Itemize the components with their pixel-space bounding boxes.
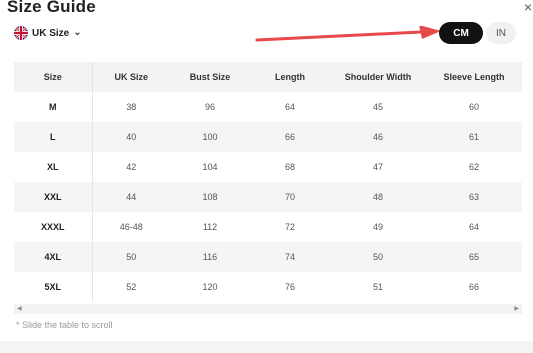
table-cell: 50 (330, 242, 426, 272)
size-system-label: UK Size (32, 27, 70, 39)
table-cell: 104 (170, 152, 250, 182)
table-cell: 61 (426, 122, 522, 152)
table-cell: 96 (170, 92, 250, 122)
column-header: Sleeve Length (426, 62, 522, 92)
size-table: Size UK Size Bust Size Length Shoulder W… (14, 62, 522, 302)
table-cell: 50 (92, 242, 170, 272)
column-header: Length (250, 62, 330, 92)
table-row: XL 42 104 68 47 62 (14, 152, 522, 182)
table-row: 5XL 52 120 76 51 66 (14, 272, 522, 302)
table-cell: 100 (170, 122, 250, 152)
table-cell: 60 (426, 92, 522, 122)
table-cell: M (14, 92, 93, 122)
table-cell: 63 (426, 182, 522, 212)
table-cell: 49 (330, 212, 426, 242)
chevron-down-icon: ⌄ (73, 27, 82, 38)
table-cell: 44 (92, 182, 170, 212)
column-header: Bust Size (170, 62, 250, 92)
table-cell: 64 (426, 212, 522, 242)
table-cell: 120 (170, 272, 250, 302)
size-system-dropdown[interactable]: UK Size ⌄ (14, 25, 82, 41)
table-cell: XXXL (14, 212, 93, 242)
table-row: XXL 44 108 70 48 63 (14, 182, 522, 212)
page-title: Size Guide (7, 0, 96, 16)
scroll-right-icon[interactable]: ▶ (514, 306, 519, 312)
uk-flag-icon (14, 26, 28, 40)
table-header-row: Size UK Size Bust Size Length Shoulder W… (14, 62, 522, 92)
size-table-container[interactable]: Size UK Size Bust Size Length Shoulder W… (14, 62, 522, 304)
table-row: M 38 96 64 45 60 (14, 92, 522, 122)
column-header: Shoulder Width (330, 62, 426, 92)
table-cell: 47 (330, 152, 426, 182)
table-cell: 66 (250, 122, 330, 152)
table-cell: 51 (330, 272, 426, 302)
table-cell: 74 (250, 242, 330, 272)
table-cell: 68 (250, 152, 330, 182)
table-cell: 65 (426, 242, 522, 272)
table-cell: XXL (14, 182, 93, 212)
table-cell: 4XL (14, 242, 93, 272)
table-row: XXXL 46-48 112 72 49 64 (14, 212, 522, 242)
unit-cm-button[interactable]: CM (439, 22, 483, 44)
unit-in-button[interactable]: IN (486, 22, 516, 44)
table-cell: 70 (250, 182, 330, 212)
bottom-divider (0, 341, 533, 353)
table-row: L 40 100 66 46 61 (14, 122, 522, 152)
annotation-arrow (255, 26, 441, 42)
scroll-left-icon[interactable]: ◀ (17, 306, 22, 312)
table-cell: 5XL (14, 272, 93, 302)
table-cell: 72 (250, 212, 330, 242)
horizontal-scrollbar[interactable]: ◀ ▶ (14, 304, 522, 314)
table-cell: 52 (92, 272, 170, 302)
table-cell: 40 (92, 122, 170, 152)
close-icon[interactable]: × (524, 0, 532, 14)
table-cell: 112 (170, 212, 250, 242)
table-cell: 48 (330, 182, 426, 212)
table-cell: 46-48 (92, 212, 170, 242)
table-cell: 38 (92, 92, 170, 122)
table-cell: 46 (330, 122, 426, 152)
table-cell: L (14, 122, 93, 152)
table-cell: 45 (330, 92, 426, 122)
table-cell: 66 (426, 272, 522, 302)
table-row: 4XL 50 116 74 50 65 (14, 242, 522, 272)
column-header: UK Size (92, 62, 170, 92)
column-header: Size (14, 62, 93, 92)
table-cell: 116 (170, 242, 250, 272)
table-cell: 76 (250, 272, 330, 302)
table-cell: XL (14, 152, 93, 182)
scroll-hint: * Slide the table to scroll (16, 320, 113, 330)
table-cell: 108 (170, 182, 250, 212)
table-cell: 42 (92, 152, 170, 182)
table-cell: 62 (426, 152, 522, 182)
table-cell: 64 (250, 92, 330, 122)
